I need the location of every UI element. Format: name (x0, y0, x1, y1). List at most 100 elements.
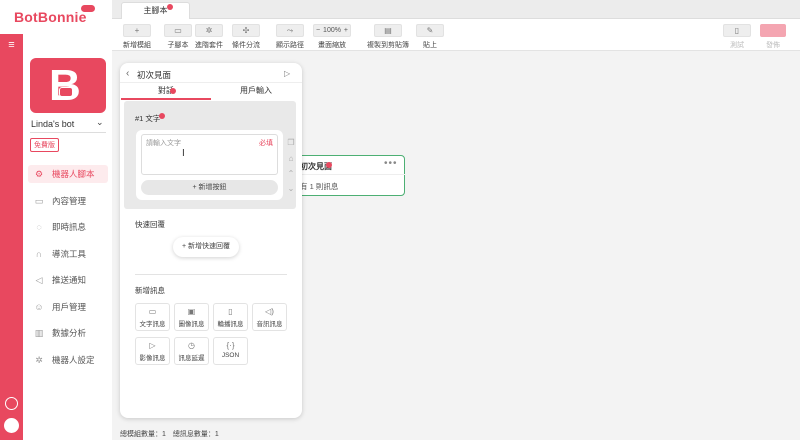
zoom-label: 畫面縮放 (318, 42, 346, 49)
tool-label: 顯示路徑 (276, 42, 304, 49)
tab-main-script[interactable]: 主腳本 (121, 2, 190, 19)
gear-icon: ✲ (195, 24, 223, 37)
alert-dot (326, 162, 332, 168)
json-message-button[interactable]: {·} JSON (213, 337, 248, 365)
menu-icon[interactable]: ≡ (6, 40, 17, 51)
text-cursor-icon: I (182, 148, 185, 159)
gear-icon: ✲ (35, 354, 43, 365)
panel-title: 初次見面 (137, 70, 172, 80)
message-type-label: 輪播訊息 (217, 321, 244, 328)
chevron-down-icon[interactable]: ⌄ (96, 117, 104, 128)
chevron-down-icon[interactable]: ⌄ (286, 184, 296, 194)
more-icon[interactable]: ••• (384, 158, 398, 169)
audio-message-icon: ◁) (265, 307, 274, 316)
message-delay-button[interactable]: ◷ 訊息延遲 (174, 337, 209, 365)
quick-reply-label: 快速回覆 (135, 220, 165, 229)
tool-label: 貼上 (423, 42, 437, 49)
trash-icon[interactable]: ⌂ (286, 154, 296, 164)
zoom-out-button[interactable]: − (316, 25, 320, 36)
folder-icon: ▭ (34, 195, 44, 206)
new-message-label: 新增訊息 (135, 286, 165, 295)
tool-label: 發佈 (766, 42, 780, 49)
alert-dot (159, 113, 165, 119)
video-message-button[interactable]: ▷ 影像訊息 (135, 337, 170, 365)
text-input-placeholder: 請輸入文字 (146, 140, 181, 147)
sidebar-item-label: 機器人腳本 (52, 169, 95, 179)
sidebar-item-push[interactable]: ◁ 推送通知 (28, 271, 108, 289)
phone-icon: ▯ (723, 24, 751, 37)
bot-selector-label[interactable]: Linda's bot (31, 119, 74, 129)
audio-message-button[interactable]: ◁) 音訊訊息 (252, 303, 287, 331)
tab-dialog[interactable]: 對話 (121, 85, 211, 98)
sidebar-item-label: 推送通知 (52, 275, 87, 285)
brand-badge (81, 5, 95, 12)
play-icon[interactable]: ▷ (284, 69, 290, 78)
divider (30, 132, 106, 133)
robot-script-icon: ⚙ (34, 168, 44, 179)
copy-to-clipboard-button[interactable]: ▤ 複製到剪貼簿 (367, 24, 409, 50)
add-quick-reply-button[interactable]: + 新增快速回覆 (173, 237, 239, 257)
sidebar-item-label: 用戶管理 (52, 302, 87, 312)
chart-icon: ▥ (34, 327, 44, 338)
avatar[interactable] (4, 418, 19, 433)
tab-user-input[interactable]: 用戶輸入 (211, 85, 301, 98)
zoom-in-button[interactable]: + (344, 25, 348, 36)
video-message-icon: ▷ (149, 341, 156, 350)
status-text: 總模組數量：1 總訊息數量：1 (120, 431, 219, 438)
chat-bubble-icon (59, 87, 73, 97)
plan-badge: 免費版 (30, 138, 59, 152)
megaphone-icon: ◁ (35, 274, 43, 285)
brand-logo[interactable]: BotBonnie (14, 9, 87, 25)
sidebar-item-label: 機器人設定 (52, 355, 95, 365)
text-message-icon: ▭ (148, 307, 157, 316)
divider (135, 274, 287, 275)
message-type-label: 影像訊息 (139, 355, 166, 362)
sidebar-item-content[interactable]: ▭ 內容管理 (28, 192, 108, 210)
split-icon: ✣ (232, 24, 260, 37)
tool-label: 新增模組 (123, 42, 151, 49)
divider (296, 174, 405, 175)
advanced-kit-button[interactable]: ✲ 進階套件 (188, 24, 230, 50)
paste-button[interactable]: ✎ 貼上 (409, 24, 451, 50)
globe-icon[interactable] (5, 397, 18, 410)
sidebar-item-users[interactable]: ☺ 用戶管理 (28, 298, 108, 316)
alert-dot (170, 88, 176, 94)
sidebar-item-label: 數據分析 (52, 328, 87, 338)
plus-icon: + (123, 24, 151, 37)
sidebar-item-bot-settings[interactable]: ✲ 機器人設定 (28, 351, 108, 369)
sidebar-item-label: 內容管理 (52, 196, 87, 206)
text-message-button[interactable]: ▭ 文字訊息 (135, 303, 170, 331)
new-module-button[interactable]: + 新增模組 (116, 24, 158, 50)
publish-label-wrap: 發佈 (752, 24, 794, 50)
chevron-up-icon[interactable]: ⌃ (286, 169, 296, 179)
sidebar-item-live-chat[interactable]: ◌ 即時訊息 (28, 218, 108, 236)
sidebar-item-analytics[interactable]: ▥ 數據分析 (28, 324, 108, 342)
tool-label: 複製到剪貼簿 (367, 42, 409, 49)
tab-bar (112, 0, 800, 19)
show-path-button[interactable]: ⤳ 顯示路徑 (269, 24, 311, 50)
bot-avatar-letter: B (49, 61, 81, 110)
chevron-left-icon[interactable]: ‹ (126, 68, 129, 79)
add-button[interactable]: + 新增按鈕 (141, 180, 278, 195)
required-label: 必填 (259, 140, 273, 147)
node-subtitle: 有 1 則訊息 (300, 182, 339, 191)
copy-icon[interactable]: ❐ (286, 138, 296, 148)
divider (120, 82, 302, 83)
message-label: #1 文字 (135, 114, 161, 123)
sidebar-item-traffic-tools[interactable]: ∩ 導流工具 (28, 245, 108, 263)
clipboard-icon: ▤ (374, 24, 402, 37)
chat-icon: ◌ (36, 222, 42, 232)
image-message-button[interactable]: ▣ 圖像訊息 (174, 303, 209, 331)
json-icon: {·} (226, 341, 235, 350)
carousel-message-button[interactable]: ▯ 輪播訊息 (213, 303, 248, 331)
sidebar-item-bot-script[interactable]: ⚙ 機器人腳本 (28, 165, 108, 183)
message-type-label: 音訊訊息 (256, 321, 283, 328)
tool-label: 進階套件 (195, 42, 223, 49)
active-tab-indicator (121, 98, 211, 100)
zoom-control[interactable]: − 100% + (313, 24, 351, 37)
condition-split-button[interactable]: ✣ 條件分流 (225, 24, 267, 50)
magnet-icon: ∩ (35, 249, 43, 259)
tool-label: 條件分流 (232, 42, 260, 49)
zoom-value: 100% (323, 27, 341, 34)
clock-icon: ◷ (188, 341, 195, 350)
